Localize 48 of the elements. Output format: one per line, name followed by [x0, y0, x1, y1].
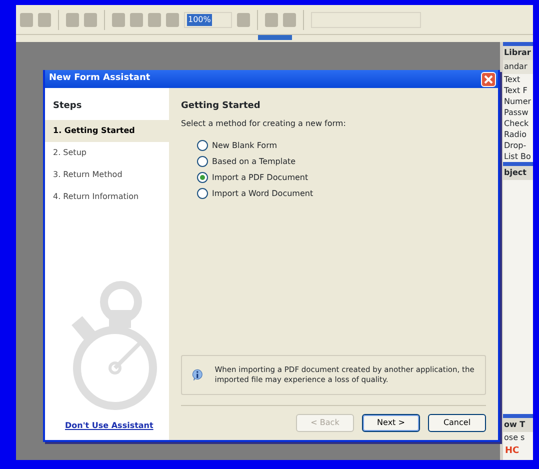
step-item: 3. Return Method — [52, 168, 124, 180]
toolbar-icon[interactable] — [130, 12, 143, 26]
panel-link[interactable]: HC — [503, 442, 533, 460]
toolbar-icon[interactable] — [265, 12, 278, 26]
panel-item[interactable]: Text F — [503, 85, 533, 96]
radio-button[interactable] — [197, 172, 208, 183]
panel-item[interactable]: Check — [503, 118, 533, 129]
panel-item[interactable]: Text — [503, 74, 533, 85]
radio-button[interactable] — [197, 140, 208, 151]
toolbar-icon[interactable] — [38, 12, 51, 26]
panel-item[interactable]: Drop- — [503, 140, 533, 151]
step-item: 4. Return Information — [52, 190, 140, 202]
step-item: 1. Getting Started — [45, 120, 169, 142]
panel-item[interactable]: Radio — [503, 129, 533, 140]
toolbar-icon[interactable] — [112, 12, 125, 26]
toolbar-icon[interactable] — [166, 12, 179, 26]
option-label[interactable]: Based on a Template — [212, 156, 296, 168]
toolbar-icon[interactable] — [20, 12, 33, 26]
dialog-button[interactable]: Cancel — [428, 414, 486, 432]
page-heading: Getting Started — [181, 100, 262, 113]
steps-heading: Steps — [52, 100, 83, 113]
dialog-button[interactable]: Next > — [362, 414, 420, 432]
zoom-field[interactable]: 100% — [184, 12, 232, 28]
toolbar-icon[interactable] — [283, 12, 296, 26]
option-label[interactable]: New Blank Form — [212, 140, 278, 152]
toolbar-icon[interactable] — [237, 12, 250, 26]
assistant-link[interactable]: Don't Use Assistant — [45, 420, 169, 440]
close-icon — [484, 74, 493, 84]
option-label[interactable]: Import a Word Document — [212, 188, 314, 200]
panel-header: bject — [503, 162, 533, 180]
option-label[interactable]: Import a PDF Document — [212, 172, 308, 184]
radio-button[interactable] — [197, 188, 208, 199]
toolbar-icon[interactable] — [66, 12, 79, 26]
panel-header: ow T — [503, 414, 533, 432]
toolbar-icon[interactable] — [84, 12, 97, 26]
window-title: New Form Assistant — [49, 72, 150, 86]
panel-header: Librar — [503, 42, 533, 60]
panel-item[interactable]: ose s — [503, 432, 533, 442]
panel-item[interactable]: List Bo — [503, 151, 533, 162]
close-button[interactable] — [481, 72, 496, 86]
panel-item[interactable]: Passw — [503, 107, 533, 118]
ruler-tab[interactable] — [258, 35, 292, 40]
panel-item[interactable]: Numer — [503, 96, 533, 107]
toolbar-icon[interactable] — [148, 12, 161, 26]
instruction-text: Select a method for creating a new form: — [181, 118, 347, 130]
step-item: 2. Setup — [52, 146, 88, 159]
radio-button[interactable] — [197, 156, 208, 167]
panel-tab[interactable]: andar — [503, 60, 533, 74]
